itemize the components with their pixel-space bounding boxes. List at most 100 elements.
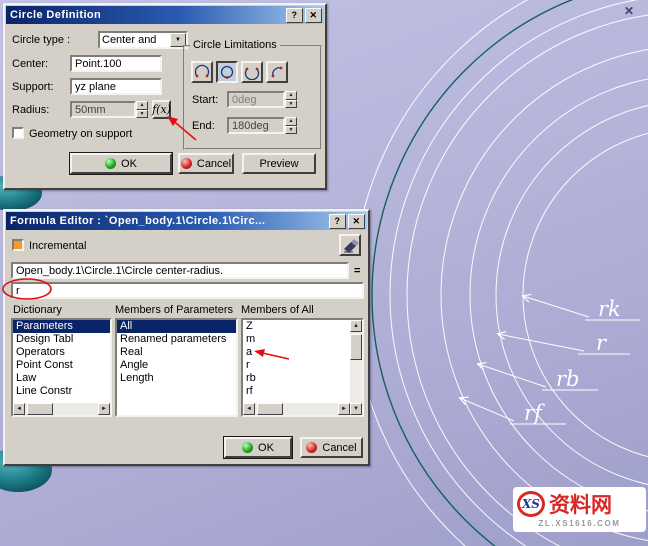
ok-button[interactable]: OK (224, 437, 292, 458)
list-item[interactable]: Point Const (13, 359, 110, 372)
radius-field[interactable]: 50mm (70, 101, 136, 118)
gear-label-rb: rb (556, 367, 579, 391)
cancel-icon (306, 442, 317, 453)
list-item[interactable]: Length (117, 372, 236, 385)
help-button[interactable]: ? (286, 8, 303, 23)
gear-pitch-circle[interactable] (372, 0, 648, 546)
scroll-track[interactable] (350, 332, 362, 403)
gear-circle-rb[interactable] (470, 75, 648, 515)
list-item[interactable]: m (243, 333, 350, 346)
list-item[interactable]: Z (243, 320, 350, 333)
spin-up-icon[interactable]: ▲ (285, 91, 297, 100)
scroll-track[interactable] (25, 403, 98, 415)
members-of-parameters-label: Members of Parameters (115, 304, 233, 316)
leader-line-r (498, 334, 584, 351)
list-item[interactable]: rf (243, 385, 350, 398)
list-item[interactable]: Renamed parameters (117, 333, 236, 346)
cancel-button[interactable]: Cancel (178, 153, 234, 174)
formula-expression-field[interactable]: Open_body.1\Circle.1\Circle center-radiu… (11, 262, 349, 279)
watermark-site-name: 资料网 (549, 489, 612, 519)
circle-type-label: Circle type : (12, 34, 70, 46)
list-item[interactable]: Angle (117, 359, 236, 372)
formula-value-field[interactable]: r (11, 282, 364, 299)
limitation-whole-circle-button[interactable] (216, 61, 238, 83)
geometry-on-support-checkbox[interactable] (12, 127, 24, 139)
spin-down-icon[interactable]: ▼ (136, 110, 148, 119)
limitation-complementary-arc-button[interactable] (266, 61, 288, 83)
limitation-part-arc-button[interactable] (191, 61, 213, 83)
incremental-label: Incremental (29, 240, 86, 252)
gear-circle-outer[interactable] (353, 0, 648, 546)
preview-button[interactable]: Preview (242, 153, 316, 174)
scroll-left-icon[interactable]: ◄ (243, 403, 255, 415)
scroll-thumb[interactable] (27, 403, 53, 415)
incremental-checkbox[interactable] (12, 239, 24, 251)
formula-dialog-titlebar[interactable]: Formula Editor : `Open_body.1\Circle.1\C… (6, 212, 367, 230)
circle-limitations-group: Circle Limitations (183, 45, 322, 150)
list-item[interactable]: r (243, 359, 350, 372)
list-item[interactable]: Design Tabl (13, 333, 110, 346)
gear-circle-r[interactable] (496, 101, 648, 489)
spin-down-icon[interactable]: ▼ (285, 100, 297, 109)
scroll-track[interactable] (255, 403, 338, 415)
close-button[interactable]: ✕ (305, 8, 322, 23)
members-of-parameters-list[interactable]: AllRenamed parametersRealAngleLength (115, 318, 238, 417)
dictionary-list[interactable]: ParametersDesign TablOperatorsPoint Cons… (11, 318, 112, 417)
dialog-title: Formula Editor : `Open_body.1\Circle.1\C… (10, 215, 327, 227)
catia-viewport[interactable]: rk r rb rf ✕ Circle Definition ? ✕ Circl… (0, 0, 648, 546)
circle-dialog-titlebar[interactable]: Circle Definition ? ✕ (6, 6, 324, 24)
list-item[interactable]: Law (13, 372, 110, 385)
erase-button[interactable] (339, 234, 361, 256)
list-item[interactable]: All (117, 320, 236, 333)
limitation-trimmed-arc-button[interactable] (241, 61, 263, 83)
list-item[interactable]: a (243, 346, 350, 359)
list-item[interactable]: rb (243, 372, 350, 385)
formula-fx-button[interactable]: f(x) (152, 100, 171, 119)
circle-type-combo[interactable]: Center and ▼ (98, 31, 188, 49)
xs-logo-icon: XS (517, 491, 545, 517)
spin-down-icon[interactable]: ▼ (285, 126, 297, 135)
help-button[interactable]: ? (329, 214, 346, 229)
eraser-icon (341, 236, 359, 254)
scroll-down-icon[interactable]: ▼ (350, 403, 362, 415)
dictionary-label: Dictionary (13, 304, 62, 316)
watermark-site-url: ZL.XS1616.COM (517, 519, 642, 528)
formula-editor-dialog: Formula Editor : `Open_body.1\Circle.1\C… (3, 209, 370, 466)
viewport-close-icon[interactable]: ✕ (624, 4, 634, 18)
list-item[interactable]: Real (117, 346, 236, 359)
scroll-right-icon[interactable]: ► (98, 403, 110, 415)
spin-up-icon[interactable]: ▲ (285, 117, 297, 126)
start-spinner[interactable]: ▲ ▼ (285, 91, 297, 108)
cancel-button[interactable]: Cancel (300, 437, 363, 458)
radius-label: Radius: (12, 104, 49, 116)
logo-text: XS (522, 497, 540, 511)
center-field[interactable]: Point.100 (70, 55, 162, 72)
start-label: Start: (192, 94, 218, 106)
scroll-up-icon[interactable]: ▲ (350, 320, 362, 332)
gear-circle-rf[interactable] (441, 46, 648, 544)
list-item[interactable]: Parameters (13, 320, 110, 333)
horizontal-scrollbar[interactable]: ◄ ► (13, 403, 110, 415)
scroll-right-icon[interactable]: ► (338, 403, 350, 415)
vertical-scrollbar[interactable]: ▲ ▼ (350, 320, 362, 415)
horizontal-scrollbar[interactable]: ◄ ► (243, 403, 350, 415)
list-item[interactable]: Line Constr (13, 385, 110, 398)
end-field[interactable]: 180deg (227, 117, 285, 134)
cancel-label: Cancel (197, 158, 231, 170)
close-button[interactable]: ✕ (348, 214, 365, 229)
scroll-thumb[interactable] (350, 334, 362, 360)
support-field[interactable]: yz plane (70, 78, 162, 95)
start-field[interactable]: 0deg (227, 91, 285, 108)
radius-spinner[interactable]: ▲ ▼ (136, 101, 148, 118)
cancel-icon (181, 158, 192, 169)
leader-line-rk (523, 296, 589, 317)
list-item[interactable]: Operators (13, 346, 110, 359)
scroll-left-icon[interactable]: ◄ (13, 403, 25, 415)
circle-limitations-legend: Circle Limitations (190, 39, 280, 51)
members-of-all-list[interactable]: Zmarrbrf ▲ ▼ ◄ ► (241, 318, 364, 417)
ok-button[interactable]: OK (70, 153, 172, 174)
spin-up-icon[interactable]: ▲ (136, 101, 148, 110)
members-of-all-label: Members of All (241, 304, 314, 316)
end-spinner[interactable]: ▲ ▼ (285, 117, 297, 134)
scroll-thumb[interactable] (257, 403, 283, 415)
